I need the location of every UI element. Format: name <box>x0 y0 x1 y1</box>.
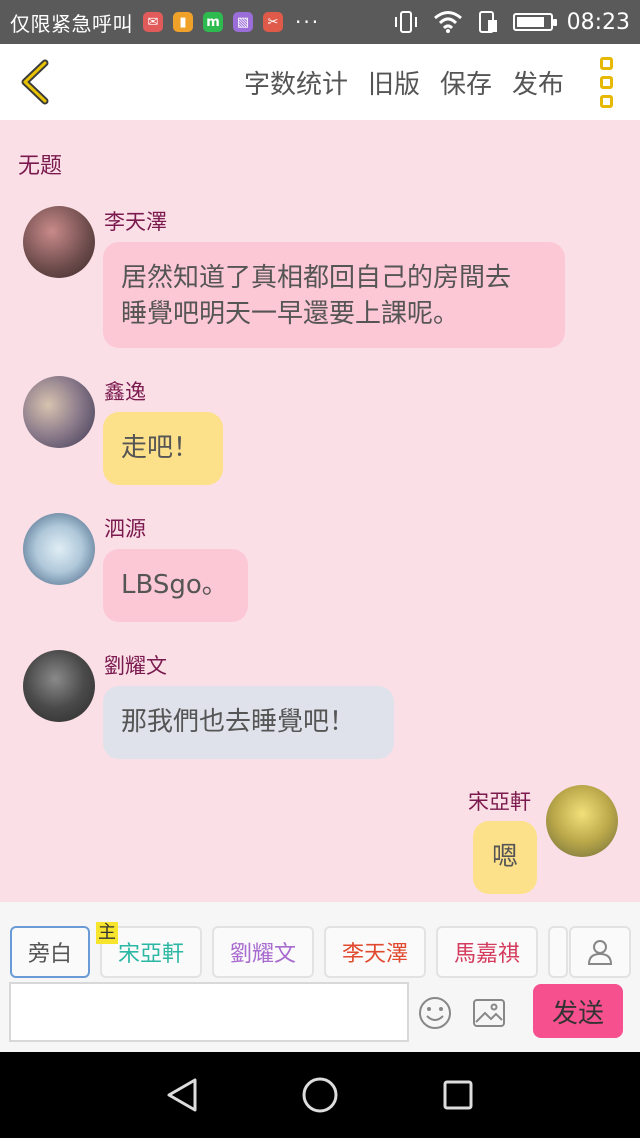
menu-dot-icon <box>599 75 613 89</box>
smiley-icon <box>419 997 451 1029</box>
character-chip[interactable]: 馬嘉祺 <box>436 926 538 978</box>
chat-area[interactable]: 无题 李天澤 居然知道了真相都回自己的房間去 睡覺吧明天一早還要上課呢。 鑫逸 … <box>0 120 640 902</box>
avatar[interactable] <box>23 206 95 278</box>
wifi-icon <box>433 11 462 33</box>
character-chip[interactable]: 劉耀文 <box>212 926 314 978</box>
more-notifications: ··· <box>295 10 321 34</box>
message-input[interactable] <box>9 982 409 1042</box>
message-text: LBSgo。 <box>121 570 228 600</box>
carrier-text: 仅限紧急呼叫 <box>10 11 133 36</box>
back-button[interactable] <box>4 44 64 120</box>
more-menu-button[interactable] <box>586 52 626 112</box>
person-icon <box>587 940 613 965</box>
vibrate-icon <box>394 11 417 33</box>
character-chip-partial[interactable] <box>548 926 568 978</box>
character-chip-label: 宋亞軒 <box>117 942 184 967</box>
avatar[interactable] <box>23 513 95 585</box>
circle-home-icon <box>302 1077 338 1113</box>
save-button[interactable]: 保存 <box>440 64 492 101</box>
avatar[interactable] <box>23 376 95 448</box>
story-title[interactable]: 无题 <box>18 148 62 180</box>
sender-name: 李天澤 <box>104 210 167 234</box>
nav-home-button[interactable] <box>296 1071 344 1119</box>
character-chip[interactable]: 李天澤 <box>324 926 426 978</box>
send-button[interactable]: 发送 <box>533 984 623 1038</box>
message-bubble[interactable]: LBSgo。 <box>103 549 248 622</box>
sim-icon <box>478 11 497 33</box>
image-icon <box>473 999 505 1027</box>
notification-icons: ✉ ▮ m ▧ ✂ <box>143 12 283 32</box>
sender-name: 泗源 <box>104 517 146 541</box>
old-version-button[interactable]: 旧版 <box>368 64 420 101</box>
clock: 08:23 <box>566 9 630 35</box>
wallet-app-icon: ▮ <box>173 12 193 32</box>
sender-name: 劉耀文 <box>104 654 167 678</box>
sender-name: 鑫逸 <box>104 380 146 404</box>
menu-dot-icon <box>599 56 613 70</box>
chevron-left-icon <box>21 59 49 105</box>
tool-app-icon: ✂ <box>263 12 283 32</box>
nav-back-button[interactable] <box>158 1071 206 1119</box>
editor-toolbar: 字数统计 旧版 保存 发布 <box>0 44 640 120</box>
message-text: 那我們也去睡覺吧！ <box>121 707 356 737</box>
avatar[interactable] <box>23 650 95 722</box>
composer-panel: 旁白 主 宋亞軒 劉耀文 李天澤 馬嘉祺 发送 <box>0 902 640 1052</box>
triangle-back-icon <box>167 1078 197 1112</box>
m-app-icon: m <box>203 12 223 32</box>
status-bar: 仅限紧急呼叫 ✉ ▮ m ▧ ✂ ··· 08:23 <box>0 0 640 44</box>
nav-recents-button[interactable] <box>434 1071 482 1119</box>
message-text: 嗯 <box>491 842 518 872</box>
character-chips: 旁白 主 宋亞軒 劉耀文 李天澤 馬嘉祺 <box>10 922 568 978</box>
narrator-chip[interactable]: 旁白 <box>10 926 90 978</box>
main-character-tag: 主 <box>96 922 118 944</box>
system-nav-bar <box>0 1052 640 1138</box>
message-bubble[interactable]: 那我們也去睡覺吧！ <box>103 686 394 759</box>
message-text: 走吧！ <box>121 433 200 463</box>
gallery-app-icon: ▧ <box>233 12 253 32</box>
word-count-button[interactable]: 字数统计 <box>244 64 348 101</box>
sender-name: 宋亞軒 <box>468 790 531 814</box>
emoji-button[interactable] <box>418 996 452 1030</box>
battery-icon <box>512 13 557 31</box>
mail-app-icon: ✉ <box>143 12 163 32</box>
character-manager-button[interactable] <box>569 926 631 978</box>
message-bubble[interactable]: 走吧！ <box>103 412 223 485</box>
square-recents-icon <box>443 1080 473 1110</box>
message-text-line: 睡覺吧明天一早還要上課呢。 <box>121 299 460 329</box>
character-chip[interactable]: 主 宋亞軒 <box>96 922 202 978</box>
message-bubble[interactable]: 居然知道了真相都回自己的房間去 睡覺吧明天一早還要上課呢。 <box>103 242 565 348</box>
publish-button[interactable]: 发布 <box>512 64 564 101</box>
message-text-line: 居然知道了真相都回自己的房間去 <box>121 263 512 293</box>
avatar[interactable] <box>546 785 618 857</box>
message-bubble[interactable]: 嗯 <box>473 821 537 894</box>
menu-dot-icon <box>599 94 613 108</box>
image-button[interactable] <box>472 998 506 1028</box>
